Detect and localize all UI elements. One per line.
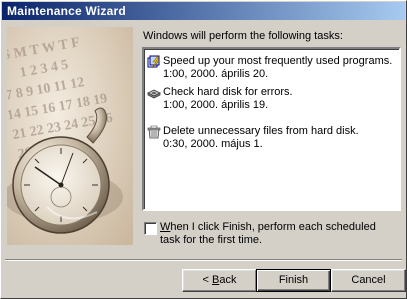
check-disk-icon (147, 86, 161, 100)
title-bar[interactable]: Maintenance Wizard (2, 2, 405, 20)
window-title: Maintenance Wizard (7, 4, 126, 18)
speedup-programs-icon (147, 55, 161, 69)
first-time-checkbox[interactable] (144, 222, 157, 235)
task-title: Delete unnecessary files from hard disk. (163, 125, 359, 137)
intro-text: Windows will perform the following tasks… (143, 30, 343, 42)
task-list: Speed up your most frequently used progr… (142, 47, 401, 211)
finish-button[interactable]: Finish (256, 269, 331, 292)
calendar-stopwatch-illustration: S M T W T F 1 2 3 4 5 7 8 9 10 11 12 14 … (7, 27, 133, 245)
maintenance-wizard-window: Maintenance Wizard S M T W T F 1 2 3 4 5… (0, 0, 407, 299)
task-schedule: 1:00, 2000. április 19. (163, 99, 269, 111)
cancel-button[interactable]: Cancel (331, 269, 406, 292)
first-time-checkbox-label[interactable]: When I click Finish, perform each schedu… (160, 221, 398, 247)
delete-files-icon (147, 125, 161, 139)
task-schedule: 1:00, 2000. április 20. (163, 68, 269, 80)
button-separator (5, 259, 402, 261)
task-title: Speed up your most frequently used progr… (163, 55, 393, 67)
first-time-option[interactable]: When I click Finish, perform each schedu… (142, 221, 397, 251)
task-title: Check hard disk for errors. (163, 86, 293, 98)
task-schedule: 0:30, 2000. május 1. (163, 138, 263, 150)
wizard-illustration: S M T W T F 1 2 3 4 5 7 8 9 10 11 12 14 … (7, 27, 133, 245)
back-button[interactable]: < Back (182, 269, 257, 292)
